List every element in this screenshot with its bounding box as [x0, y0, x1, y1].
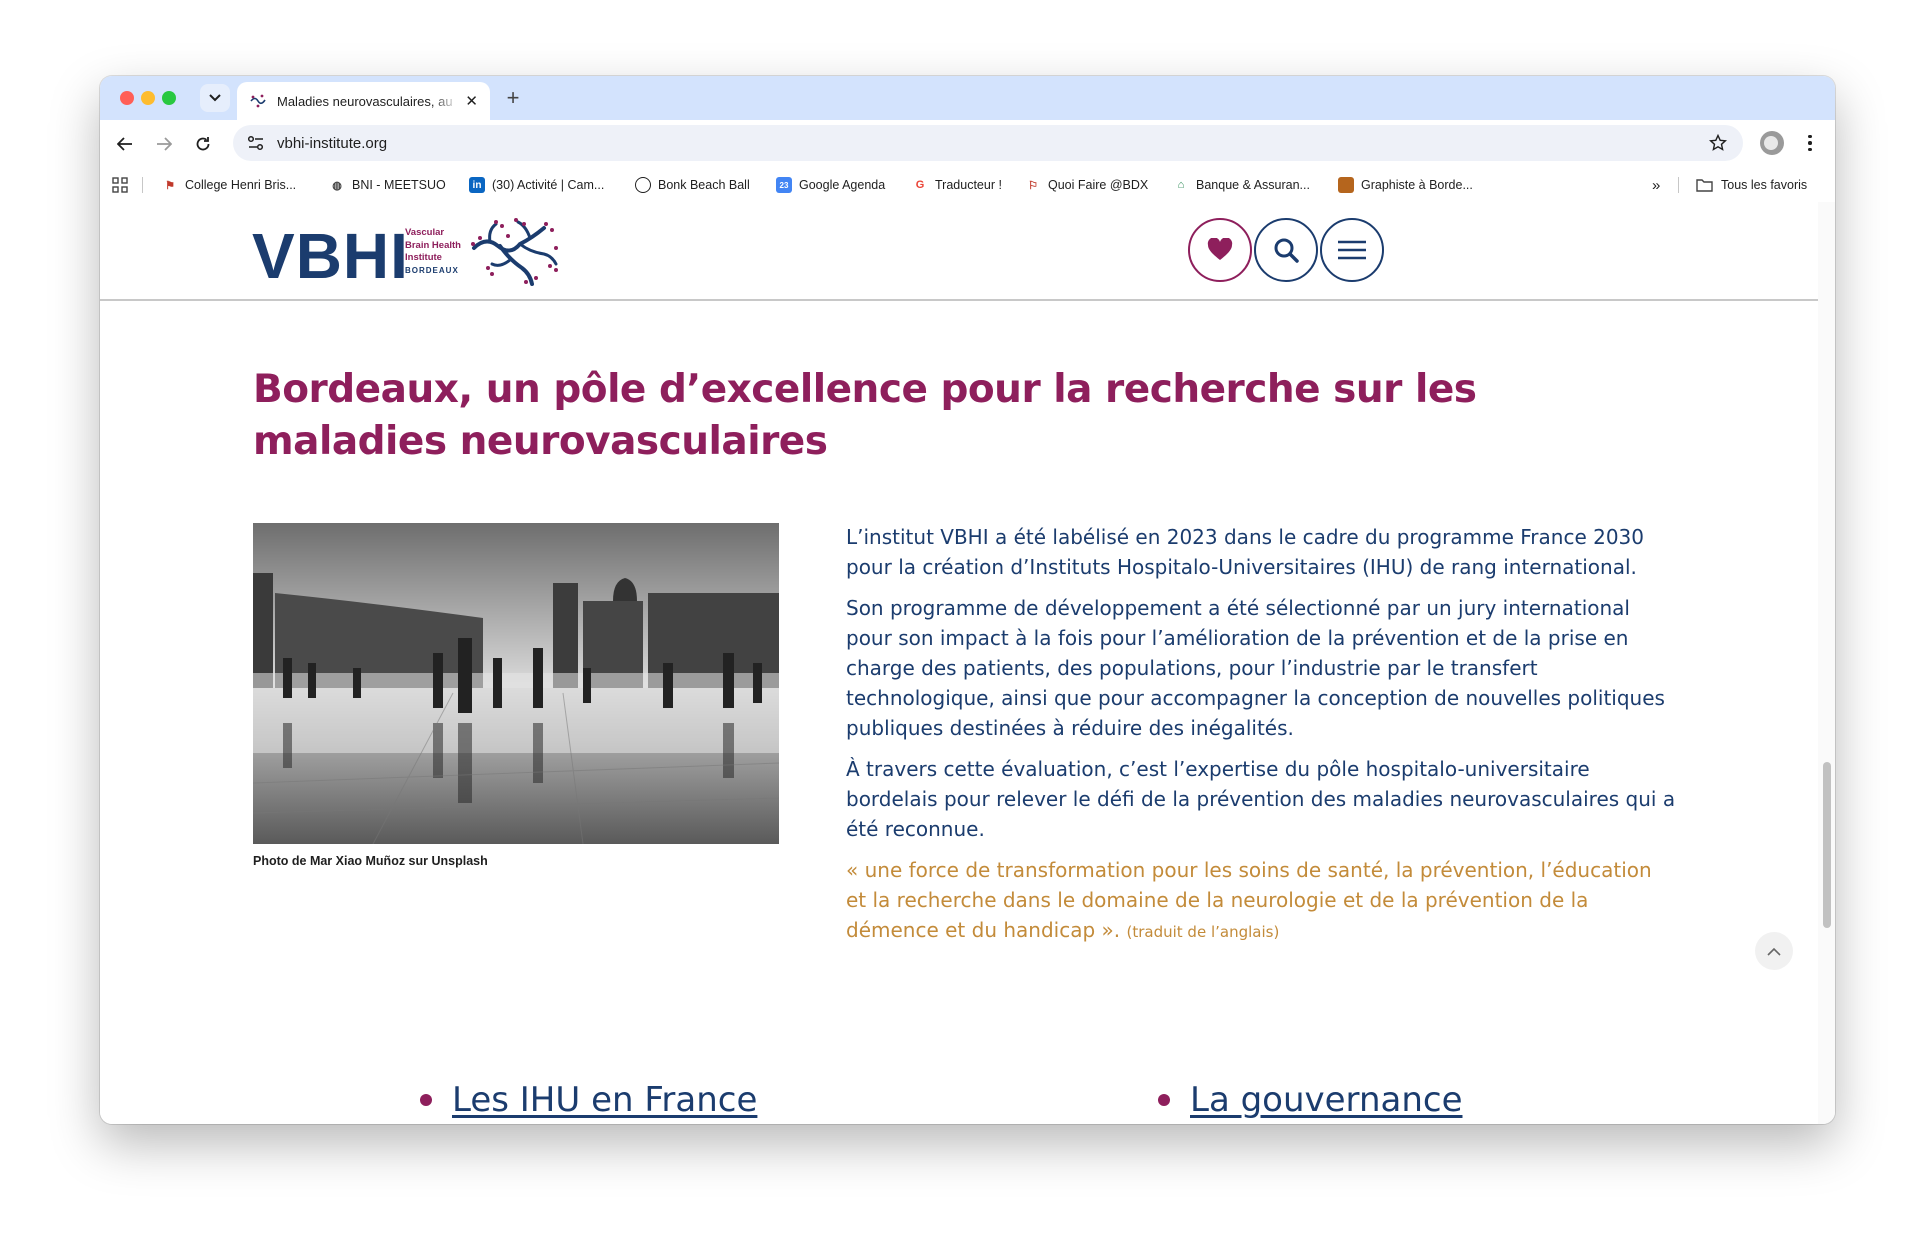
photo-image [253, 523, 779, 844]
graphiste-icon [1338, 177, 1354, 193]
chevron-down-icon [209, 94, 221, 102]
close-window-button[interactable] [120, 91, 134, 105]
bookmark-label: BNI - MEETSUO [352, 178, 446, 192]
paragraph: À travers cette évaluation, c’est l’expe… [846, 757, 1676, 841]
arrow-left-icon [117, 137, 132, 151]
site-header: VBHI Vascular Brain Health Institute BOR… [100, 202, 1818, 301]
scrollbar-track[interactable] [1818, 202, 1835, 1124]
bookmark-bonk-beach-ball[interactable]: Bonk Beach Ball [635, 174, 750, 196]
browser-menu-button[interactable] [1800, 132, 1820, 154]
favorites-button[interactable] [1188, 218, 1252, 282]
heart-icon [1207, 238, 1233, 260]
linkedin-icon: in [469, 177, 485, 193]
page-heading: Bordeaux, un pôle d’excellence pour la r… [253, 367, 1477, 464]
all-bookmarks-folder[interactable]: Tous les favoris [1696, 174, 1807, 196]
all-bookmarks-label: Tous les favoris [1721, 178, 1808, 192]
bookmark-label: (30) Activité | Cam... [492, 178, 605, 192]
tab-search-button[interactable] [200, 84, 230, 112]
new-tab-button[interactable]: + [500, 86, 526, 112]
browser-toolbar: vbhi-institute.org [100, 120, 1835, 166]
bank-icon: ⌂ [1177, 179, 1185, 191]
search-icon [1274, 238, 1299, 263]
bookmarks-divider [1678, 177, 1679, 193]
scrollbar-thumb[interactable] [1823, 762, 1831, 928]
ball-icon [635, 177, 651, 193]
bookmarks-divider [142, 177, 143, 193]
google-icon: G [915, 179, 925, 191]
folder-icon [1696, 179, 1713, 192]
gouvernance-link[interactable]: La gouvernance [1190, 1080, 1462, 1120]
back-to-top-button[interactable] [1755, 932, 1793, 970]
tab-bar: Maladies neurovasculaires, au ✕ + [100, 76, 1835, 120]
logo-sub-line: Institute [405, 252, 442, 263]
back-button[interactable] [111, 130, 139, 158]
intro-text: L’institut VBHI a été labélisé en 2023 d… [846, 522, 1676, 958]
url-text: vbhi-institute.org [277, 134, 388, 152]
close-tab-icon[interactable]: ✕ [465, 92, 478, 110]
link-item-ihu-france: Les IHU en France [420, 1080, 757, 1120]
chevron-up-icon [1767, 947, 1781, 956]
bookmark-label: Graphiste à Borde... [1361, 178, 1473, 192]
bookmark-star-icon[interactable] [1709, 134, 1727, 152]
menu-button[interactable] [1320, 218, 1384, 282]
logo-sub-line: BORDEAUX [405, 265, 459, 275]
reload-button[interactable] [189, 130, 217, 158]
bookmark-graphiste[interactable]: Graphiste à Borde... [1338, 174, 1473, 196]
bullet-dot [420, 1094, 432, 1106]
link-item-gouvernance: La gouvernance [1158, 1080, 1462, 1120]
quote-note: (traduit de l’anglais) [1126, 923, 1280, 941]
bookmark-label: Banque & Assuran... [1196, 178, 1310, 192]
bookmark-bni-meetsuo[interactable]: ◍ BNI - MEETSUO [329, 174, 446, 196]
vbhi-logo[interactable]: VBHI [252, 224, 409, 288]
paragraph: Son programme de développement a été sél… [846, 596, 1665, 740]
bookmark-label: Traducteur ! [935, 178, 1002, 192]
forward-button[interactable] [150, 130, 178, 158]
globe-icon: ◍ [332, 179, 342, 192]
college-icon: ⚑ [165, 179, 175, 192]
apps-grid-icon [112, 177, 128, 193]
address-bar[interactable]: vbhi-institute.org [233, 125, 1743, 161]
paragraph: L’institut VBHI a été labélisé en 2023 d… [846, 525, 1645, 579]
bordeaux-miroir-photo [253, 523, 779, 844]
bookmarks-overflow-button[interactable]: » [1652, 174, 1660, 196]
bookmark-quoi-faire[interactable]: ⚐ Quoi Faire @BDX [1025, 174, 1148, 196]
bookmarks-bar: ⚑ College Henri Bris... ◍ BNI - MEETSUO … [100, 166, 1835, 202]
bookmark-banque-assurance[interactable]: ⌂ Banque & Assuran... [1173, 174, 1310, 196]
bookmark-label: Quoi Faire @BDX [1048, 178, 1149, 192]
quoi-faire-icon: ⚐ [1028, 179, 1038, 192]
bullet-dot [1158, 1094, 1170, 1106]
browser-window: Maladies neurovasculaires, au ✕ + vbhi-i… [100, 76, 1835, 1124]
photo-caption: Photo de Mar Xiao Muñoz sur Unsplash [253, 854, 488, 868]
apps-grid-button[interactable] [112, 174, 128, 196]
bookmark-google-agenda[interactable]: 23 Google Agenda [776, 174, 885, 196]
site-info-icon[interactable] [247, 135, 265, 151]
ihu-en-france-link[interactable]: Les IHU en France [452, 1080, 757, 1120]
bookmark-college-henri[interactable]: ⚑ College Henri Bris... [162, 174, 296, 196]
bookmark-label: Google Agenda [799, 178, 886, 192]
vessel-tree-logo-icon [471, 218, 558, 286]
minimize-window-button[interactable] [141, 91, 155, 105]
active-tab[interactable]: Maladies neurovasculaires, au ✕ [237, 82, 490, 120]
reload-icon [196, 137, 210, 151]
logo-sub-line: Brain Health [405, 239, 461, 251]
jury-quote: « une force de transformation pour les s… [846, 855, 1676, 947]
logo-sub-line: Vascular [405, 227, 445, 238]
arrow-right-icon [157, 137, 172, 151]
vbhi-favicon-icon [250, 94, 266, 108]
bookmark-label: College Henri Bris... [185, 178, 297, 192]
calendar-icon: 23 [776, 177, 792, 193]
bookmark-traducteur[interactable]: G Traducteur ! [912, 174, 1002, 196]
hamburger-menu-icon [1338, 240, 1366, 260]
page-content: VBHI Vascular Brain Health Institute BOR… [100, 202, 1818, 1124]
bookmark-linkedin[interactable]: in (30) Activité | Cam... [469, 174, 604, 196]
logo-subtitle: Vascular Brain Health Institute BORDEAUX [405, 227, 461, 277]
search-button[interactable] [1254, 218, 1318, 282]
maximize-window-button[interactable] [162, 91, 176, 105]
bookmark-label: Bonk Beach Ball [658, 178, 750, 192]
profile-avatar[interactable] [1760, 131, 1784, 155]
tab-title: Maladies neurovasculaires, au [277, 93, 453, 109]
